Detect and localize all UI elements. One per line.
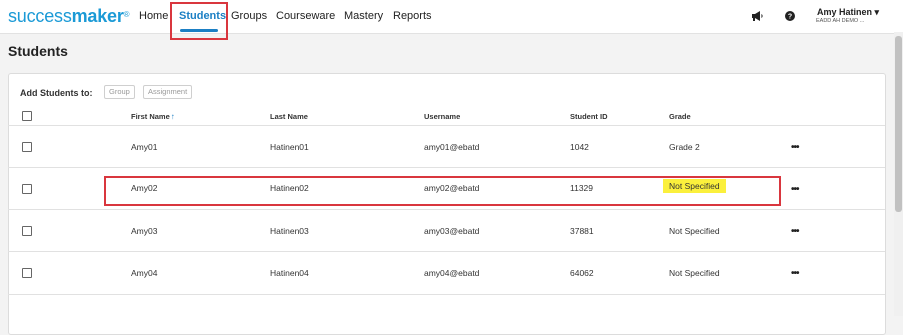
- cell-grade: Grade 2: [669, 142, 700, 152]
- page-title: Students: [8, 43, 68, 59]
- nav-home[interactable]: Home: [139, 10, 168, 22]
- cell-student-id: 64062: [570, 268, 594, 278]
- add-students-label: Add Students to:: [20, 88, 93, 98]
- more-options-icon[interactable]: •••: [791, 226, 799, 237]
- add-to-group-button[interactable]: Group: [104, 85, 135, 99]
- cell-student-id: 37881: [570, 226, 594, 236]
- user-menu[interactable]: Amy Hatinen ▾: [817, 7, 879, 18]
- row-checkbox[interactable]: [22, 268, 32, 278]
- cell-last-name: Hatinen04: [270, 268, 309, 278]
- row-checkbox[interactable]: [22, 142, 32, 152]
- column-header-grade[interactable]: Grade: [669, 112, 691, 121]
- column-header-student-id[interactable]: Student ID: [570, 112, 608, 121]
- cell-grade: Not Specified: [669, 226, 720, 236]
- user-org: EADD AH DEMO ...: [816, 18, 865, 24]
- cell-username: amy01@ebatd: [424, 142, 480, 152]
- cell-first-name: Amy03: [131, 226, 158, 236]
- cell-username: amy04@ebatd: [424, 268, 480, 278]
- row-divider: [8, 294, 885, 295]
- header-divider: [8, 125, 885, 126]
- row-checkbox[interactable]: [22, 226, 32, 236]
- cell-student-id: 1042: [570, 142, 589, 152]
- annotation-box-row: [104, 176, 781, 206]
- row-checkbox[interactable]: [22, 184, 32, 194]
- chevron-down-icon: ▾: [874, 7, 880, 17]
- more-options-icon[interactable]: •••: [791, 142, 799, 153]
- row-divider: [8, 167, 885, 168]
- annotation-box-students-tab: [170, 2, 228, 40]
- column-header-username[interactable]: Username: [424, 112, 460, 121]
- select-all-checkbox[interactable]: [22, 111, 32, 121]
- successmaker-logo[interactable]: successmaker®: [8, 6, 130, 27]
- cell-last-name: Hatinen03: [270, 226, 309, 236]
- cell-last-name: Hatinen01: [270, 142, 309, 152]
- cell-first-name: Amy04: [131, 268, 158, 278]
- row-divider: [8, 251, 885, 252]
- nav-courseware[interactable]: Courseware: [276, 10, 335, 22]
- nav-groups[interactable]: Groups: [231, 10, 267, 22]
- user-name: Amy Hatinen: [817, 7, 873, 17]
- more-options-icon[interactable]: •••: [791, 184, 799, 195]
- nav-reports[interactable]: Reports: [393, 10, 432, 22]
- column-header-first-name[interactable]: First Name↑: [131, 112, 175, 121]
- row-divider: [8, 209, 885, 210]
- cell-username: amy03@ebatd: [424, 226, 480, 236]
- help-icon[interactable]: ?: [783, 9, 797, 23]
- scrollbar-thumb[interactable]: [895, 36, 902, 212]
- column-header-last-name[interactable]: Last Name: [270, 112, 308, 121]
- svg-text:?: ?: [788, 14, 792, 21]
- cell-first-name: Amy01: [131, 142, 158, 152]
- more-options-icon[interactable]: •••: [791, 268, 799, 279]
- megaphone-icon[interactable]: [750, 9, 764, 23]
- top-nav: successmaker® Home Students Groups Cours…: [0, 0, 903, 34]
- nav-mastery[interactable]: Mastery: [344, 10, 383, 22]
- sort-ascending-icon: ↑: [170, 112, 175, 121]
- cell-grade: Not Specified: [669, 268, 720, 278]
- add-to-assignment-button[interactable]: Assignment: [143, 85, 193, 99]
